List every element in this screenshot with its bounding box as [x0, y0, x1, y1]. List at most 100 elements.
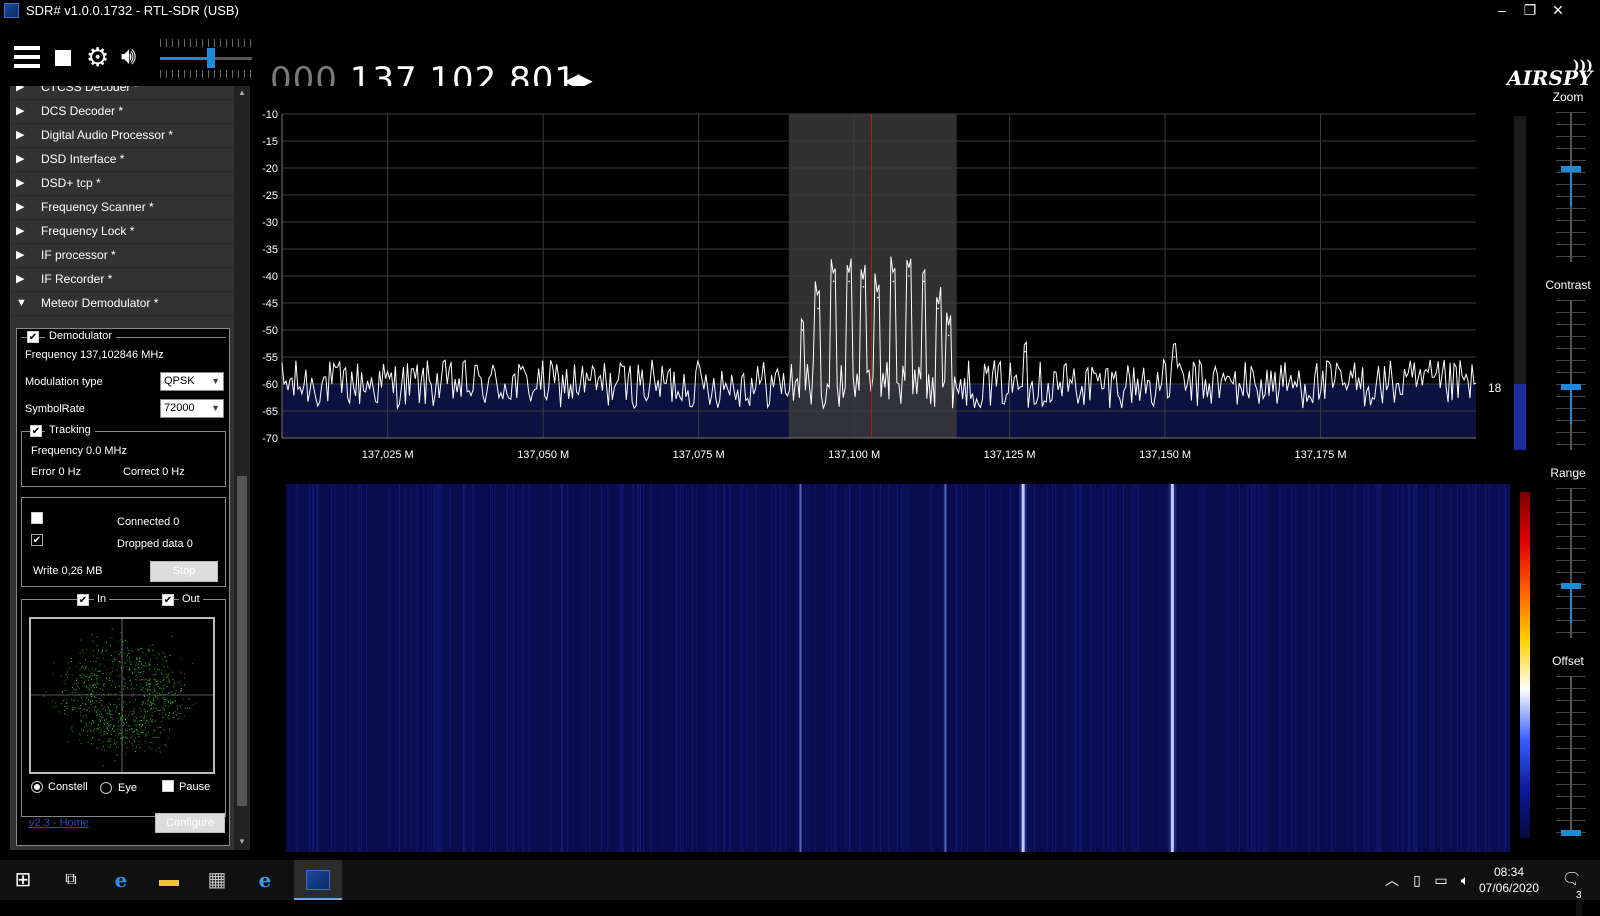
constellation-point — [115, 742, 117, 744]
range-slider-thumb[interactable] — [1561, 582, 1581, 589]
constellation-point — [151, 702, 153, 704]
connected-checkbox[interactable] — [31, 512, 43, 524]
sidebar-item-if-processor[interactable]: ▶ IF processor * — [10, 244, 234, 268]
sidebar-scrollbar[interactable]: ▲ ▼ — [234, 86, 250, 850]
constellation-point — [180, 705, 182, 707]
waterfall-noise — [715, 484, 717, 852]
close-button[interactable]: ✕ — [1544, 0, 1572, 22]
constellation-point — [155, 691, 156, 693]
volume-slider[interactable] — [160, 36, 252, 80]
plugin-sidebar: ▶ CTCSS Decoder * ▶ DCS Decoder * ▶ Digital A… — [10, 86, 234, 850]
constellation-point — [167, 737, 169, 739]
constellation-point — [80, 711, 81, 713]
control-panel-icon[interactable]: ▦ — [194, 860, 240, 900]
constellation-point — [141, 679, 143, 681]
constell-radio[interactable] — [31, 781, 43, 793]
sidebar-item-dsd-interface[interactable]: ▶ DSD Interface * — [10, 148, 234, 172]
constellation-point — [156, 692, 158, 694]
constellation-point — [116, 669, 118, 671]
waterfall-noise — [900, 484, 902, 852]
constellation-point — [87, 679, 89, 681]
windows-start-icon[interactable]: ⊞ — [0, 860, 46, 900]
system-clock[interactable]: 08:34 07/06/2020 — [1474, 864, 1544, 896]
constellation-point — [103, 685, 105, 687]
network-icon[interactable]: ▭ — [1430, 860, 1452, 900]
eye-radio[interactable] — [100, 782, 112, 794]
dropped-data-checkbox[interactable]: ✔ — [31, 534, 43, 546]
stop-icon[interactable] — [55, 50, 71, 66]
task-view-icon[interactable]: ⧉ — [48, 860, 94, 900]
constellation-point — [127, 716, 129, 718]
notification-center-icon[interactable]: 🗨︎ 3 — [1552, 860, 1592, 916]
volume-slider-thumb[interactable] — [206, 48, 215, 68]
symbolrate-select[interactable]: 72000 ▼ — [160, 399, 224, 418]
waterfall-canvas[interactable] — [286, 484, 1510, 852]
constellation-point — [164, 709, 165, 711]
tracking-checkbox[interactable]: ✔ — [30, 425, 42, 437]
sidebar-item-dcs-decoder[interactable]: ▶ DCS Decoder * — [10, 100, 234, 124]
file-explorer-icon[interactable]: ▬ — [146, 860, 192, 900]
sidebar-item-dsd-tcp[interactable]: ▶ DSD+ tcp * — [10, 172, 234, 196]
stop-button[interactable]: Stop — [150, 561, 218, 582]
scroll-up-icon[interactable]: ▲ — [238, 88, 246, 97]
sdrsharp-taskbar-icon[interactable] — [294, 860, 342, 900]
edge-browser-icon[interactable]: e — [98, 860, 144, 900]
constellation-point — [90, 660, 92, 662]
configure-button[interactable]: Configure — [155, 813, 225, 833]
constellation-point — [154, 720, 156, 722]
internet-explorer-icon[interactable]: e — [242, 860, 288, 900]
constellation-point — [95, 711, 97, 713]
constellation-point — [106, 728, 108, 730]
volume-tray-icon[interactable]: 🔈︎ — [1454, 860, 1476, 900]
spectrum-analyzer[interactable]: -10 -15 -20 -25 -30 -35 -40 -45 -50 -55 -60 -65 -70 1… — [252, 86, 1502, 476]
constellation-point — [131, 650, 133, 652]
contrast-slider-thumb[interactable] — [1561, 384, 1581, 390]
speaker-icon[interactable]: 🔊︎ — [121, 44, 136, 70]
zoom-slider-thumb[interactable] — [1561, 166, 1581, 172]
constellation-point — [111, 667, 113, 668]
sidebar-item-if-recorder[interactable]: ▶ IF Recorder * — [10, 268, 234, 292]
usb-icon[interactable]: ▯ — [1406, 860, 1428, 900]
contrast-slider[interactable] — [1556, 300, 1586, 450]
constellation-point — [70, 657, 72, 659]
sidebar-scrollbar-thumb[interactable] — [237, 476, 247, 806]
constellation-point — [85, 675, 87, 677]
sidebar-item-frequency-scanner[interactable]: ▶ Frequency Scanner * — [10, 196, 234, 220]
offset-slider-thumb[interactable] — [1561, 829, 1581, 836]
modulation-type-select[interactable]: QPSK ▼ — [160, 372, 224, 391]
hamburger-menu-icon[interactable] — [14, 46, 40, 68]
restore-button[interactable]: ❐ — [1516, 0, 1544, 22]
constellation-point — [149, 693, 151, 695]
scroll-down-icon[interactable]: ▼ — [238, 837, 246, 846]
constellation-point — [124, 682, 126, 684]
waterfall-noise — [619, 484, 621, 852]
sidebar-item-meteor-demodulator[interactable]: ▼ Meteor Demodulator * — [10, 292, 234, 316]
zoom-slider[interactable] — [1556, 112, 1586, 262]
offset-slider[interactable] — [1556, 676, 1586, 836]
in-checkbox[interactable]: ✔ — [77, 594, 89, 606]
constellation-point — [157, 683, 159, 685]
sidebar-item-digital-audio-processor[interactable]: ▶ Digital Audio Processor * — [10, 124, 234, 148]
sidebar-item-frequency-lock[interactable]: ▶ Frequency Lock * — [10, 220, 234, 244]
waterfall-display[interactable] — [286, 484, 1510, 852]
waterfall-noise — [584, 484, 586, 852]
x-tick-label: 137,150 M — [1139, 449, 1191, 461]
constellation-point — [180, 684, 182, 686]
constellation-point — [139, 724, 141, 726]
constellation-point — [151, 715, 153, 717]
minimize-button[interactable]: – — [1488, 0, 1516, 22]
x-tick-label: 137,025 M — [362, 449, 414, 461]
sidebar-item-ctcss-decoder[interactable]: ▶ CTCSS Decoder * — [10, 86, 234, 100]
waterfall-noise — [462, 484, 464, 852]
constellation-point — [150, 702, 152, 704]
constellation-point — [152, 644, 154, 646]
show-hidden-icons-icon[interactable]: ︿ — [1380, 860, 1404, 900]
waterfall-noise — [1408, 484, 1410, 852]
spectrum-chart[interactable]: -10 -15 -20 -25 -30 -35 -40 -45 -50 -55 -60 -65 -70 1… — [252, 86, 1502, 476]
pause-checkbox[interactable] — [162, 780, 174, 792]
gear-icon[interactable]: ⚙ — [86, 44, 109, 70]
home-link[interactable]: v2.3 - Home — [29, 817, 89, 829]
demodulator-checkbox[interactable]: ✔ — [27, 331, 39, 343]
out-checkbox[interactable]: ✔ — [162, 594, 174, 606]
range-slider[interactable] — [1556, 488, 1586, 638]
